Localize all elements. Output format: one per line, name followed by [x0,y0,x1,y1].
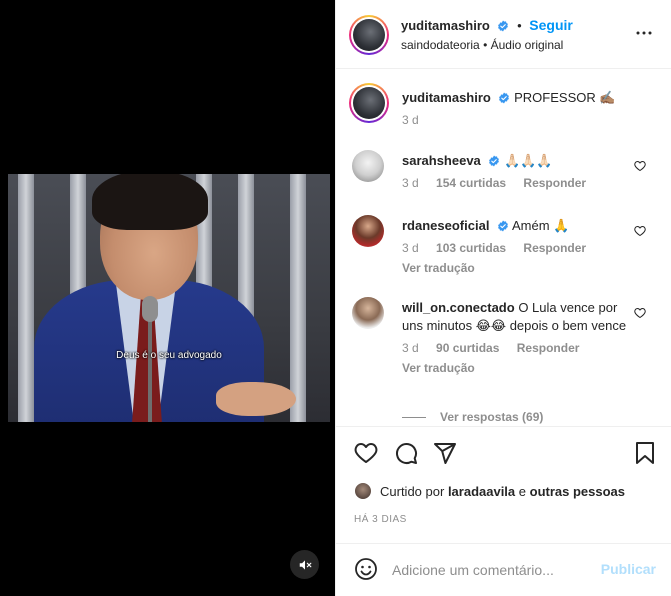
mute-button[interactable] [290,550,319,579]
comment-username[interactable]: sarahsheeva [402,153,481,168]
action-bar [336,426,671,478]
comment-likes[interactable]: 103 curtidas [436,241,506,255]
mute-icon [299,559,311,570]
verified-badge-icon [489,155,500,167]
audio-link[interactable]: Áudio original [491,38,564,52]
presenter-hand [216,382,296,416]
comment-likes[interactable]: 90 curtidas [436,341,499,355]
dot-separator: • [517,18,522,33]
comment-text: 🙏🏻🙏🏻🙏🏻 [504,153,553,168]
translate-link[interactable]: Ver tradução [402,361,634,375]
comment-input[interactable] [392,558,592,582]
caption-username[interactable]: yuditamashiro [402,90,491,105]
emoji-icon[interactable] [354,557,378,581]
verified-badge-icon [498,20,509,32]
liked-by-prefix: Curtido por [380,483,445,499]
post-date[interactable]: HÁ 3 DIAS [354,514,407,525]
caption-time: 3 d [402,113,419,127]
comment-icon[interactable] [394,441,418,465]
liked-by-user[interactable]: laradaavila [448,484,515,499]
heart-icon[interactable] [634,160,646,172]
dot-separator: • [483,38,488,52]
comment-username[interactable]: will_on.conectado [402,300,515,315]
more-options-icon [636,31,652,35]
liker-avatar[interactable] [354,482,372,500]
heart-icon[interactable] [634,307,646,319]
verified-badge-icon [499,92,510,104]
comment-likes[interactable]: 154 curtidas [436,176,506,190]
translate-link[interactable]: Ver tradução [402,261,634,275]
liked-by-others[interactable]: outras pessoas [530,484,625,499]
liked-by-connector: e [518,483,527,499]
commenter-avatar[interactable] [352,215,384,247]
follow-button[interactable]: Seguir [529,17,573,33]
commenter-avatar[interactable] [352,297,384,329]
presenter-hair [92,174,208,230]
reply-button[interactable]: Responder [517,341,580,355]
heart-icon[interactable] [354,441,378,465]
more-options-button[interactable] [635,24,653,45]
comment-time: 3 d [402,176,419,190]
publish-button[interactable]: Publicar [601,561,656,577]
author-username[interactable]: yuditamashiro [401,18,490,33]
verified-badge-icon [498,220,509,232]
stage-decor [18,174,34,422]
video-subtitle: Deus é o seu advogado [116,350,222,361]
post-header: yuditamashiro • Seguir saindodateoria • … [336,0,671,69]
comment-text: Amém 🙏 [511,218,570,233]
microphone-stand [148,320,152,422]
heart-icon[interactable] [634,225,646,237]
comment-time: 3 d [402,241,419,255]
liked-by: Curtido por laradaavila e outras pessoas [354,482,661,500]
reply-button[interactable]: Responder [523,176,586,190]
video-pane[interactable]: Deus é o seu advogado [0,0,335,596]
comment-time: 3 d [402,341,419,355]
add-comment-bar: Publicar [336,543,671,596]
commenter-avatar[interactable] [352,150,384,182]
microphone [142,296,158,322]
caption-avatar[interactable] [349,83,389,123]
comments-list[interactable]: yuditamashiro PROFESSOR ✍🏽 3 d sarahshee… [336,70,671,426]
video-frame[interactable]: Deus é o seu advogado [8,174,330,422]
author-avatar[interactable] [349,15,389,55]
origin-account[interactable]: saindodateoria [401,38,480,52]
post-side-panel: yuditamashiro • Seguir saindodateoria • … [335,0,671,596]
stage-decor [290,174,306,422]
save-icon[interactable] [634,441,656,465]
comment-username[interactable]: rdaneseoficial [402,218,489,233]
share-icon[interactable] [433,441,457,465]
view-replies-button[interactable]: Ver respostas (69) [402,410,543,424]
caption-text: PROFESSOR ✍🏽 [514,90,616,105]
reply-button[interactable]: Responder [523,241,586,255]
